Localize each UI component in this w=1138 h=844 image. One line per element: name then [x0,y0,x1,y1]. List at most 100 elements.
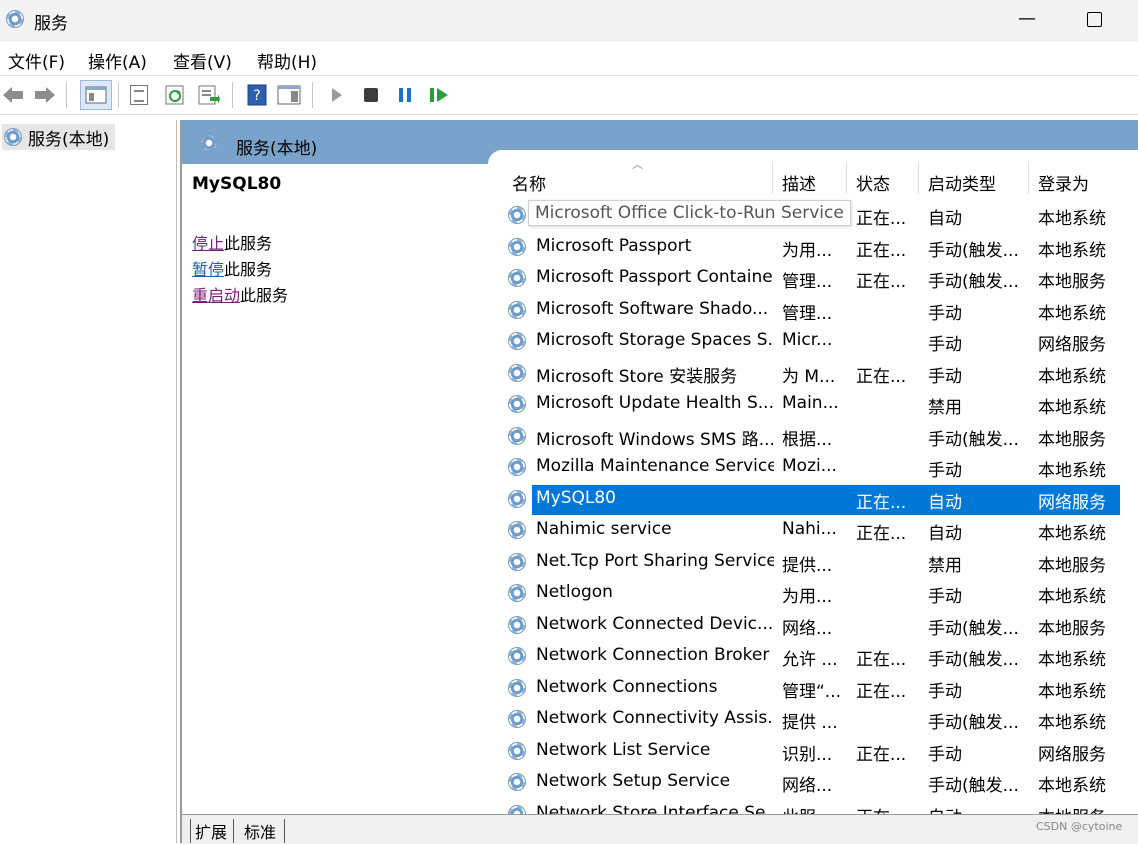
service-description-cell: 管理“... [782,681,842,702]
pause-service-button[interactable] [392,82,418,108]
column-header-description[interactable]: 描述 [782,170,816,195]
service-name-cell: Nahimic service [536,519,672,539]
column-divider[interactable] [846,162,847,194]
restart-service-button[interactable] [426,82,452,108]
start-service-button[interactable] [324,82,350,108]
toolbar-separator [312,82,313,108]
service-row[interactable]: Nahimic service Nahi... 正在... 自动 本地系统 [488,515,1138,547]
action-suffix: 此服务 [224,234,273,253]
forward-button[interactable] [32,82,58,108]
sort-ascending-icon: ︿ [632,158,643,171]
stop-service-button[interactable] [358,82,384,108]
column-header-status[interactable]: 状态 [856,170,890,195]
pause-service-link[interactable]: 暂停 [192,260,224,279]
service-status-cell: 正在... [856,650,907,670]
service-row[interactable]: Microsoft Storage Spaces S... Micr... 手动 网络… [488,326,1138,358]
service-logon-cell: 网络服务 [1038,744,1106,765]
service-row[interactable]: MySQL80 正在... 自动 网络服务 [488,484,1138,516]
export-list-button[interactable] [196,82,222,108]
menu-file[interactable]: 文件(F) [8,48,65,73]
service-status-cell: 正在... [856,524,907,544]
service-row[interactable]: Mozilla Maintenance Service Mozi... 手动 本地系统 [488,452,1138,484]
service-name-cell: Network Setup Service [536,771,731,791]
service-row[interactable]: Network Connection Broker 允许 ... 正在... 手动(触… [488,641,1138,673]
name-tooltip: Microsoft Office Click-to-Run Service [528,200,851,226]
service-status-cell: 正在... [856,744,907,765]
show-hide-action-pane-button[interactable] [276,82,302,108]
service-logon-cell: 本地系统 [1038,776,1106,796]
service-row[interactable]: Net.Tcp Port Sharing Service 提供... 禁用 本地服务 [488,547,1138,579]
tree-item-services-local[interactable]: 服务(本地) [2,124,116,150]
column-divider[interactable] [772,162,773,194]
service-name-cell: Microsoft Windows SMS 路... [536,429,774,450]
details-header-title: 服务(本地) [236,139,318,159]
menu-view[interactable]: 查看(V) [173,48,232,73]
menu-help[interactable]: 帮助(H) [257,48,317,73]
service-name-cell: Network List Service [536,739,711,760]
service-row[interactable]: Network Store Interface Se... 此服... 正在... 自… [488,799,1138,815]
service-gear-icon [508,773,526,791]
toolbar-separator [66,82,67,108]
service-name-cell: Network Connections [536,676,718,697]
service-startup-type-cell: 自动 [928,492,962,513]
service-row[interactable]: Microsoft Store 安装服务 为 M... 正在... 手动 本地系统 [488,358,1138,390]
help-icon: ? [247,84,267,106]
tree-item-label: 服务(本地) [28,129,110,150]
service-row[interactable]: Network List Service 识别... 正在... 手动 网络服务 [488,736,1138,768]
service-gear-icon [508,300,526,319]
service-row[interactable]: Microsoft Update Health S... Main... 禁用 本地系… [488,389,1138,421]
services-icon [200,134,218,152]
service-row[interactable]: Network Connections 管理“... 正在... 手动 本地系统 [488,673,1138,705]
window-title: 服务 [34,14,68,34]
help-button[interactable]: ? [244,82,270,108]
back-button[interactable] [0,82,26,108]
service-row[interactable]: Microsoft Passport Container 管理... 正在... 手动… [488,263,1138,295]
service-row[interactable]: Network Connected Devic... 网络... 手动(触发... 本… [488,610,1138,642]
service-gear-icon [508,395,526,413]
service-row[interactable]: Netlogon 为用... 手动 本地系统 [488,578,1138,610]
service-startup-type-cell: 手动(触发... [928,776,1019,796]
stop-service-link[interactable]: 停止 [192,234,224,253]
service-description-cell: 管理... [782,303,833,324]
column-header-name[interactable]: 名称 [512,170,546,195]
column-header-logon-as[interactable]: 登录为 [1038,170,1089,195]
service-description-cell: 允许 ... [782,650,838,670]
service-logon-cell: 本地系统 [1038,209,1106,229]
maximize-button[interactable] [1078,0,1112,40]
service-logon-cell: 本地服务 [1038,803,1128,815]
service-row[interactable]: Microsoft Passport 为用... 正在... 手动(触发... 本地系统 [488,232,1138,264]
refresh-button[interactable] [162,82,188,108]
tab-standard[interactable]: 标准 [240,819,286,843]
service-startup-type-cell: 手动 [928,461,962,481]
service-description-cell: 为用... [782,240,833,261]
column-divider[interactable] [918,162,919,194]
service-row[interactable]: Microsoft Windows SMS 路... 根据... 手动(触发... 本… [488,421,1138,453]
service-startup-type-cell: 手动 [928,681,962,702]
minimize-button[interactable]: — [1010,0,1044,40]
service-name-cell: Network Connection Broker [536,645,770,665]
service-row[interactable]: Network Connectivity Assis... 提供 ... 手动(触发… [488,704,1138,736]
tab-extended[interactable]: 扩展 [190,819,235,843]
svg-text:?: ? [253,88,260,104]
restart-service-link[interactable]: 重启动 [192,286,240,305]
properties-button[interactable] [126,82,152,108]
column-header-startup-type[interactable]: 启动类型 [928,170,996,195]
service-logon-cell: 本地系统 [1038,461,1106,481]
service-gear-icon [508,521,526,539]
service-startup-type-cell: 自动 [928,524,962,544]
service-name-cell: Microsoft Passport [536,235,692,256]
show-hide-console-tree-button[interactable] [80,80,112,110]
column-divider[interactable] [1028,162,1029,194]
watermark: CSDN @cytoine [1036,820,1123,833]
service-row[interactable]: Network Setup Service 网络... 手动(触发... 本地系统 [488,767,1138,799]
restart-service-icon [430,88,448,102]
service-gear-icon [508,363,526,382]
service-name-cell: Network Connected Devic... [536,613,774,634]
service-row[interactable]: Microsoft Software Shado... 管理... 手动 本地系统 [488,295,1138,327]
stop-service-icon [364,88,378,102]
service-logon-cell: 本地系统 [1038,366,1106,387]
service-gear-icon [508,237,526,256]
menu-action[interactable]: 操作(A) [88,48,147,73]
service-logon-cell: 网络服务 [1038,492,1106,513]
title-bar: 服务 — [0,0,1138,42]
